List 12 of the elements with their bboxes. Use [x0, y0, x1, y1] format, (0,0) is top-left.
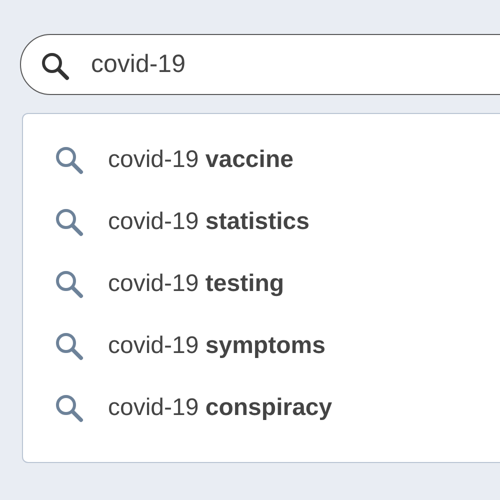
suggestion-text[interactable]: covid-19 symptoms [108, 328, 326, 364]
suggestion-text[interactable]: covid-19 vaccine [108, 142, 294, 178]
search-icon [54, 145, 84, 175]
suggestion-text[interactable]: covid-19 testing [108, 266, 284, 302]
search-field[interactable]: covid-19 [20, 34, 500, 95]
search-icon [54, 331, 84, 361]
search-icon [54, 269, 84, 299]
suggestion-text[interactable]: covid-19 conspiracy [108, 390, 332, 426]
search-icon [40, 51, 70, 81]
search-icon [54, 207, 84, 237]
search-icon [54, 393, 84, 423]
suggestion-text[interactable]: covid-19 statistics [108, 204, 310, 240]
